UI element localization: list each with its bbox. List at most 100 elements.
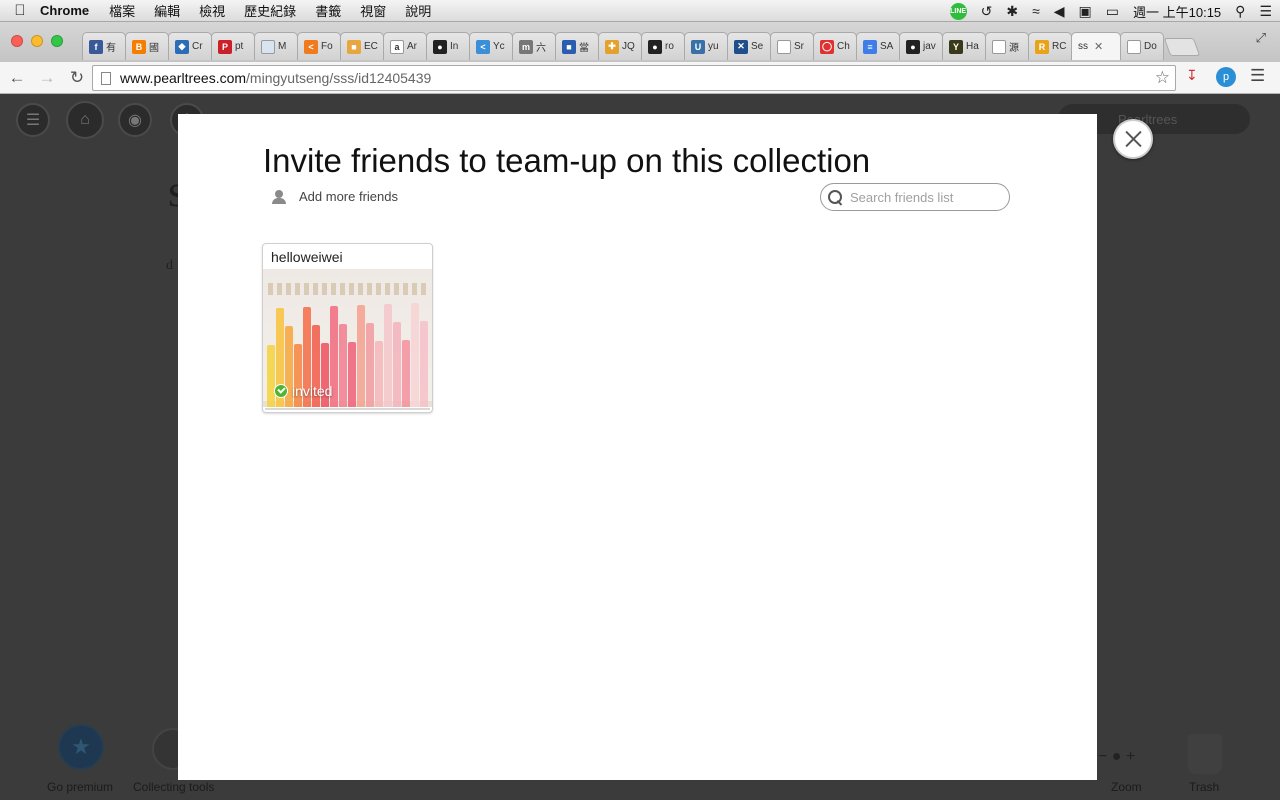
tube-cap	[286, 283, 291, 295]
home-icon[interactable]: ⌂	[66, 101, 104, 139]
clock[interactable]: 週一 上午10:15	[1133, 2, 1221, 21]
wifi-icon[interactable]: ≈	[1032, 3, 1040, 19]
menu-window[interactable]: 視窗	[360, 1, 386, 20]
browser-tab[interactable]: Y Ha	[942, 32, 986, 60]
window-minimize-button[interactable]	[31, 35, 43, 47]
add-more-friends-link[interactable]: Add more friends	[272, 189, 398, 204]
tab-strip: f 有 B 國 ◆ Cr Ppt M < Fo ■ EC a Ar ● In < Yc m 六 ■ 當 ✚ JQ ● ro Uyu ✕…	[0, 22, 1280, 62]
go-premium-label[interactable]: Go premium	[47, 780, 113, 794]
browser-tab[interactable]: ✚ JQ	[598, 32, 642, 60]
browser-tab[interactable]: M	[254, 32, 298, 60]
tube-cap	[376, 283, 381, 295]
circle-icon	[261, 39, 275, 54]
test-tube	[375, 341, 383, 407]
chrome-menu-icon[interactable]: ☰	[1250, 66, 1265, 86]
search-friends-input[interactable]	[850, 189, 1000, 205]
tab-label: 源	[1009, 43, 1019, 54]
trash-label[interactable]: Trash	[1189, 780, 1219, 794]
input-method-icon[interactable]: ▣	[1079, 3, 1092, 20]
friend-card[interactable]: helloweiwei invited	[262, 243, 433, 413]
browser-tab[interactable]: Do	[1120, 32, 1164, 60]
bookmark-star-icon[interactable]: ☆	[1155, 68, 1170, 88]
zoom-slider[interactable]: − ● +	[1098, 748, 1135, 766]
tab-label: Ar	[407, 41, 417, 52]
premium-star-icon[interactable]: ★	[58, 724, 104, 770]
invited-label: invited	[292, 383, 333, 399]
browser-tab[interactable]: 源	[985, 32, 1029, 60]
browser-tab[interactable]: ■ 當	[555, 32, 599, 60]
browser-tab[interactable]: ≡ SA	[856, 32, 900, 60]
broadcast-icon[interactable]: ◉	[118, 103, 152, 137]
browser-tab[interactable]: a Ar	[383, 32, 427, 60]
browser-tab[interactable]: ■ EC	[340, 32, 384, 60]
tab-close-icon[interactable]: ✕	[1094, 40, 1103, 53]
browser-tab[interactable]: ● jav	[899, 32, 943, 60]
battery-icon[interactable]: ▭	[1106, 3, 1119, 20]
collecting-tools-label[interactable]: Collecting tools	[133, 780, 214, 794]
menu-view[interactable]: 檢視	[199, 1, 225, 20]
window-close-button[interactable]	[11, 35, 23, 47]
browser-tab[interactable]: ss ✕	[1071, 32, 1121, 60]
line-app-icon[interactable]: LINE	[949, 2, 967, 20]
window-zoom-button[interactable]	[51, 35, 63, 47]
browser-tab[interactable]: f有	[82, 32, 126, 60]
menu-file[interactable]: 檔案	[109, 1, 135, 20]
tab-label: ss	[1078, 41, 1088, 52]
browser-tab[interactable]: m六	[512, 32, 556, 60]
tab-label: EC	[364, 41, 378, 52]
browser-tab[interactable]: ◯ Ch	[813, 32, 857, 60]
browser-tab[interactable]: ● ro	[641, 32, 685, 60]
forward-arrow-icon[interactable]: →	[34, 65, 60, 91]
close-dialog-icon[interactable]	[1113, 119, 1153, 159]
tab-label: M	[278, 41, 287, 52]
menu-help[interactable]: 說明	[405, 1, 431, 20]
fullscreen-icon[interactable]: ⤢	[1256, 30, 1266, 46]
menu-edit[interactable]: 編輯	[154, 1, 180, 20]
browser-tab[interactable]: < Fo	[297, 32, 341, 60]
test-tube	[411, 303, 419, 407]
menu-history[interactable]: 歷史紀錄	[244, 1, 296, 20]
github-icon: ●	[906, 39, 920, 54]
new-tab-button[interactable]	[1163, 38, 1201, 56]
volume-icon[interactable]: ◀	[1054, 3, 1065, 20]
spotlight-search-icon[interactable]: ⚲	[1235, 3, 1245, 20]
tube-cap	[358, 283, 363, 295]
back-arrow-icon[interactable]: ←	[4, 65, 30, 91]
tab-label: Se	[751, 41, 764, 52]
github-icon: ●	[648, 39, 662, 54]
bucket-icon: U	[691, 39, 705, 54]
tube-cap	[340, 283, 345, 295]
browser-tab[interactable]: Sr	[770, 32, 814, 60]
pearltrees-extension-icon[interactable]: p	[1216, 67, 1236, 87]
pinterest-icon: P	[218, 39, 232, 54]
tab-label: Sr	[794, 41, 804, 52]
tab-label: In	[450, 41, 459, 52]
download-extension-icon[interactable]: ↧	[1186, 67, 1204, 87]
browser-tab[interactable]: ◆ Cr	[168, 32, 212, 60]
trash-icon[interactable]	[1188, 734, 1222, 774]
tube-cap	[421, 283, 426, 295]
menu-app-name[interactable]: Chrome	[40, 3, 89, 18]
apple-icon[interactable]: 	[0, 2, 40, 19]
reload-icon[interactable]: ↻	[64, 65, 90, 91]
browser-tab[interactable]: ✕ Se	[727, 32, 771, 60]
address-bar[interactable]: www.pearltrees.com /mingyutseng/sss/id12…	[92, 65, 1176, 91]
tab-label: Cr	[192, 41, 203, 52]
browser-tab[interactable]: B國	[125, 32, 169, 60]
menu-bookmarks[interactable]: 書籤	[315, 1, 341, 20]
time-machine-icon[interactable]: ↺	[981, 3, 993, 20]
browser-tab[interactable]: Ppt	[211, 32, 255, 60]
browser-tab[interactable]: R RC	[1028, 32, 1072, 60]
browser-tab[interactable]: < Yc	[469, 32, 513, 60]
notification-list-icon[interactable]: ☰	[1259, 3, 1272, 20]
browser-tab[interactable]: ● In	[426, 32, 470, 60]
bluetooth-icon[interactable]: ✱	[1006, 3, 1018, 20]
search-friends-box[interactable]	[820, 183, 1010, 211]
chevron-icon: <	[476, 39, 490, 54]
menu-icon[interactable]: ☰	[16, 103, 50, 137]
add-more-friends-label: Add more friends	[299, 189, 398, 204]
test-tube	[393, 322, 401, 407]
tube-cap	[304, 283, 309, 295]
tube-cap	[349, 283, 354, 295]
browser-tab[interactable]: Uyu	[684, 32, 728, 60]
